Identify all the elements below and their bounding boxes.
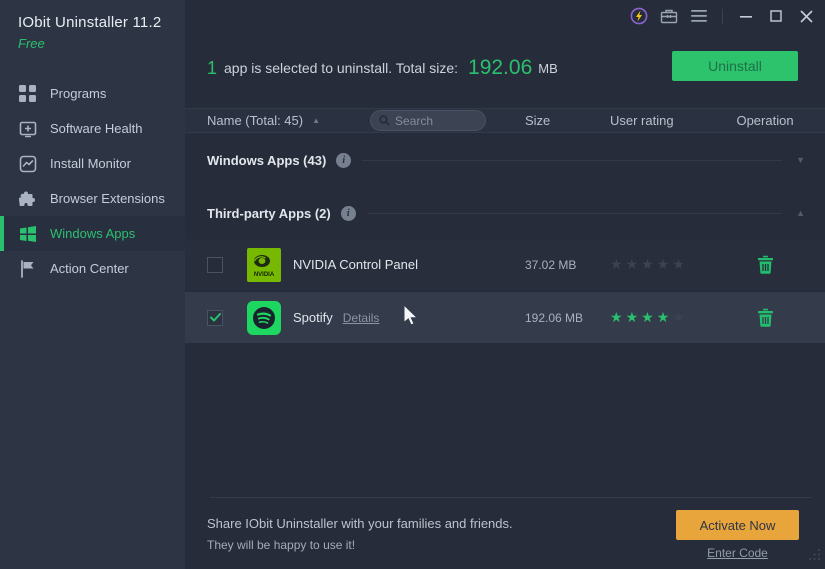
titlebar [185, 0, 825, 32]
app-size: 37.02 MB [525, 258, 610, 272]
sidebar-item-label: Software Health [50, 121, 143, 136]
app-name: Spotify [293, 310, 333, 325]
share-message-line1: Share IObit Uninstaller with your famili… [207, 516, 513, 531]
spotify-app-icon [247, 301, 281, 335]
size-column-header[interactable]: Size [525, 113, 610, 128]
star-empty-icon[interactable]: ★ [641, 256, 657, 272]
close-button[interactable] [791, 0, 821, 32]
sidebar-item-browser-extensions[interactable]: Browser Extensions [0, 181, 185, 216]
app-name: NVIDIA Control Panel [293, 257, 418, 272]
app-title: IObit Uninstaller 11.2 [18, 14, 185, 31]
table-row-spotify[interactable]: Spotify Details 192.06 MB ★★★★★ [185, 292, 825, 343]
section-windows-apps[interactable]: Windows Apps (43) i ▼ [185, 146, 825, 174]
star-empty-icon[interactable]: ★ [626, 256, 642, 272]
selection-summary: 1 app is selected to uninstall. Total si… [185, 44, 825, 92]
app-name-cell: NVIDIA Control Panel [293, 257, 525, 272]
star-filled-icon[interactable]: ★ [641, 309, 657, 325]
app-brand: IObit Uninstaller 11.2 Free [0, 0, 185, 51]
chevron-down-icon[interactable]: ▼ [796, 155, 805, 165]
maximize-button[interactable] [761, 0, 791, 32]
section-title: Third-party Apps (2) [207, 206, 331, 221]
sidebar-item-software-health[interactable]: Software Health [0, 111, 185, 146]
star-empty-icon[interactable]: ★ [672, 309, 688, 325]
rating-column-header[interactable]: User rating [610, 113, 725, 128]
star-filled-icon[interactable]: ★ [626, 309, 642, 325]
activate-now-button[interactable]: Activate Now [676, 510, 799, 540]
menu-icon[interactable] [684, 0, 714, 32]
star-empty-icon[interactable]: ★ [657, 256, 673, 272]
details-link[interactable]: Details [343, 311, 380, 325]
puzzle-icon [18, 189, 37, 208]
sidebar-item-label: Windows Apps [50, 226, 135, 241]
search-box[interactable] [370, 110, 486, 131]
name-column-header[interactable]: Name (Total: 45) ▲ [207, 113, 320, 128]
enter-code-link[interactable]: Enter Code [676, 546, 799, 560]
sidebar-item-label: Install Monitor [50, 156, 131, 171]
chevron-up-icon[interactable]: ▲ [796, 208, 805, 218]
search-icon [379, 115, 390, 126]
minimize-button[interactable] [731, 0, 761, 32]
star-filled-icon[interactable]: ★ [657, 309, 673, 325]
uninstall-button[interactable]: Uninstall [672, 51, 798, 81]
search-input[interactable] [395, 114, 477, 128]
trash-icon[interactable] [757, 255, 774, 274]
section-divider [367, 213, 782, 214]
user-rating-stars[interactable]: ★★★★★ [610, 309, 725, 326]
sidebar-item-install-monitor[interactable]: Install Monitor [0, 146, 185, 181]
windows-logo-icon [18, 224, 37, 243]
sidebar-item-label: Action Center [50, 261, 129, 276]
user-rating-stars[interactable]: ★★★★★ [610, 256, 725, 273]
info-icon[interactable]: i [336, 153, 351, 168]
install-monitor-icon [18, 154, 37, 173]
titlebar-separator [722, 9, 723, 24]
sort-asc-icon: ▲ [312, 116, 320, 125]
operation-column-header: Operation [725, 113, 805, 128]
sidebar-menu: Programs Software Health Install Monitor… [0, 76, 185, 286]
star-empty-icon[interactable]: ★ [610, 256, 626, 272]
star-filled-icon[interactable]: ★ [610, 309, 626, 325]
toolbox-icon[interactable] [654, 0, 684, 32]
app-name-cell: Spotify Details [293, 310, 525, 325]
sidebar: IObit Uninstaller 11.2 Free Programs Sof… [0, 0, 185, 569]
resize-grip-icon[interactable] [808, 548, 821, 566]
sidebar-item-label: Browser Extensions [50, 191, 165, 206]
section-title: Windows Apps (43) [207, 153, 326, 168]
total-size-value: 192.06 [468, 56, 532, 80]
info-icon[interactable]: i [341, 206, 356, 221]
footer-divider [210, 497, 812, 498]
row-checkbox[interactable] [207, 310, 223, 326]
nvidia-app-icon: NVIDIA [247, 248, 281, 282]
sidebar-item-action-center[interactable]: Action Center [0, 251, 185, 286]
app-edition-badge: Free [18, 36, 185, 51]
main-panel: 1 app is selected to uninstall. Total si… [185, 0, 825, 569]
star-empty-icon[interactable]: ★ [672, 256, 688, 272]
table-row-nvidia-control-panel[interactable]: NVIDIA NVIDIA Control Panel 37.02 MB ★★★… [185, 239, 825, 290]
flag-icon [18, 259, 37, 278]
operation-cell [725, 308, 805, 327]
table-header: Name (Total: 45) ▲ Size User rating Oper… [185, 108, 825, 133]
sidebar-item-programs[interactable]: Programs [0, 76, 185, 111]
sidebar-item-label: Programs [50, 86, 106, 101]
section-divider [362, 160, 782, 161]
programs-grid-icon [18, 84, 37, 103]
name-header-label: Name (Total: 45) [207, 113, 303, 128]
operation-cell [725, 255, 805, 274]
boost-flash-icon[interactable] [624, 0, 654, 32]
trash-icon[interactable] [757, 308, 774, 327]
sidebar-item-windows-apps[interactable]: Windows Apps [0, 216, 185, 251]
section-third-party-apps[interactable]: Third-party Apps (2) i ▲ [185, 199, 825, 227]
app-size: 192.06 MB [525, 311, 610, 325]
software-health-icon [18, 119, 37, 138]
total-size-unit: MB [538, 61, 558, 76]
row-checkbox[interactable] [207, 257, 223, 273]
selected-count: 1 [207, 58, 217, 79]
selection-message: app is selected to uninstall. Total size… [224, 60, 458, 76]
share-message-line2: They will be happy to use it! [207, 538, 355, 552]
svg-text:NVIDIA: NVIDIA [254, 272, 275, 278]
